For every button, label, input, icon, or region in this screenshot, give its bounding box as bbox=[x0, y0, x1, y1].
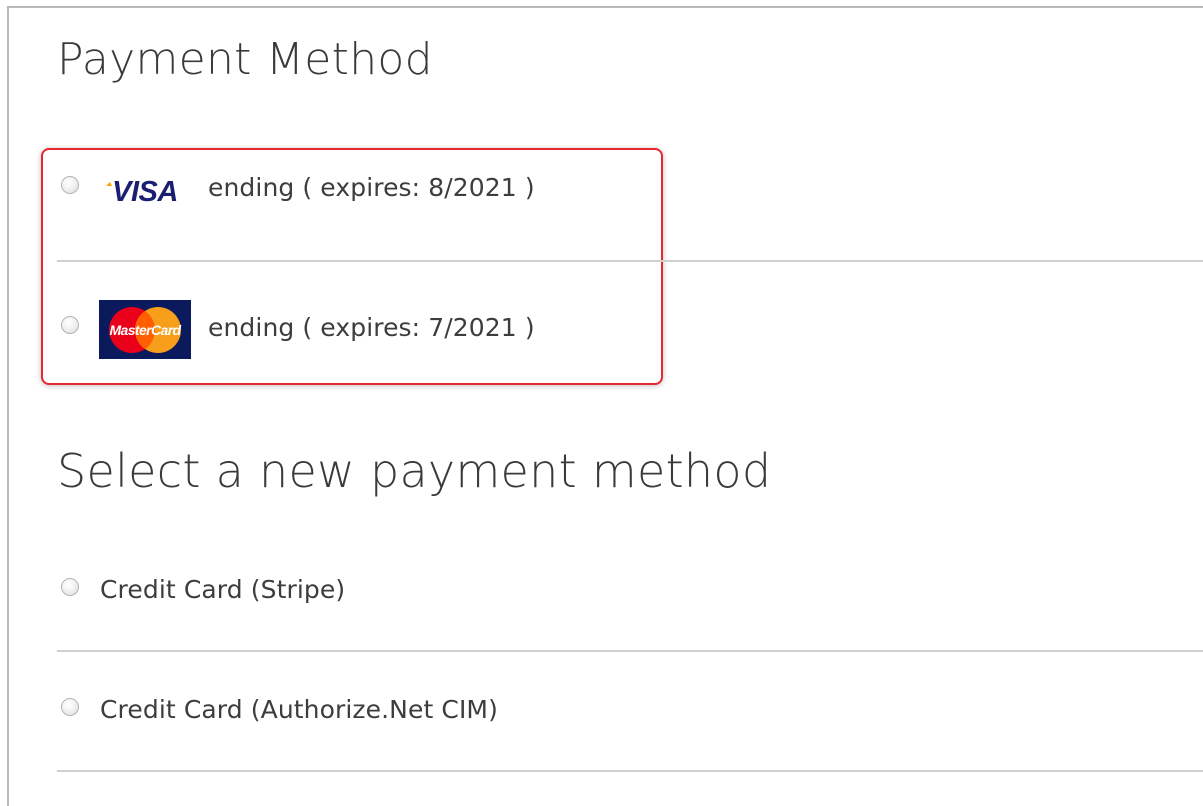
mastercard-wordmark: MasterCard bbox=[109, 322, 181, 338]
payment-method-heading: Payment Method bbox=[57, 34, 433, 85]
authorize-net-option-label[interactable]: Credit Card (Authorize.Net CIM) bbox=[100, 695, 498, 724]
visa-wordmark: VISA bbox=[112, 176, 178, 208]
stripe-option-radio[interactable] bbox=[61, 578, 79, 596]
new-payment-method-heading: Select a new payment method bbox=[57, 444, 772, 498]
divider bbox=[57, 770, 1203, 772]
stripe-option-label[interactable]: Credit Card (Stripe) bbox=[100, 575, 345, 604]
divider bbox=[57, 650, 1203, 652]
saved-card-visa-label: ending ( expires: 8/2021 ) bbox=[208, 173, 535, 202]
saved-card-mastercard-label: ending ( expires: 7/2021 ) bbox=[208, 313, 535, 342]
saved-card-mastercard-radio[interactable] bbox=[61, 316, 79, 334]
divider bbox=[57, 260, 1203, 262]
content-frame bbox=[7, 6, 1203, 806]
mastercard-logo-icon: MasterCard bbox=[99, 300, 191, 359]
visa-logo-icon: VISA bbox=[106, 176, 178, 208]
saved-card-visa-radio[interactable] bbox=[61, 176, 79, 194]
authorize-net-option-radio[interactable] bbox=[61, 698, 79, 716]
